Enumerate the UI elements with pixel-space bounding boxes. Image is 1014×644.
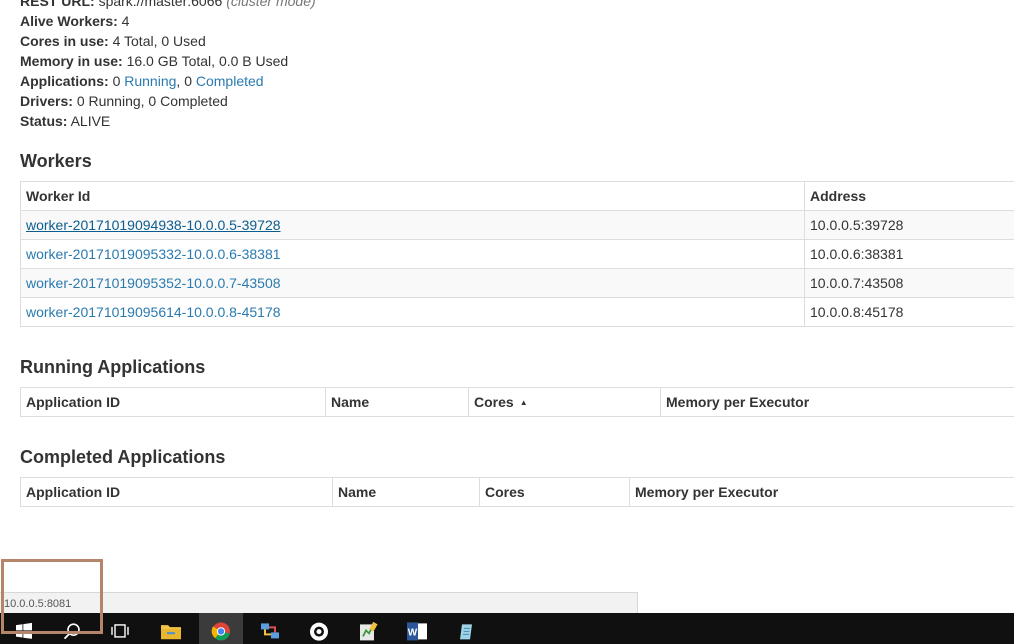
memory-label: Memory in use: xyxy=(20,53,123,69)
worker-address-cell: 10.0.0.5:39728 xyxy=(804,210,1014,240)
applications-label: Applications: xyxy=(20,73,109,89)
windows-start-icon[interactable] xyxy=(2,613,46,644)
task-view-icon[interactable] xyxy=(98,613,142,644)
app-id-header[interactable]: Application ID xyxy=(20,477,333,507)
status-bar-url: 10.0.0.5:8081 xyxy=(0,592,638,614)
notepad-app-icon[interactable] xyxy=(444,613,488,644)
sort-ascending-icon: ▲ xyxy=(519,398,528,407)
alive-workers-label: Alive Workers: xyxy=(20,13,118,29)
settings-app-icon[interactable] xyxy=(297,613,341,644)
rest-url-row: REST URL: spark://master:6066 (cluster m… xyxy=(20,0,316,11)
status-row: Status: ALIVE xyxy=(20,111,316,131)
svg-text:W: W xyxy=(408,627,418,638)
word-icon[interactable]: W xyxy=(395,613,439,644)
worker-link[interactable]: worker-20171019095352-10.0.0.7-43508 xyxy=(26,275,281,291)
workers-heading: Workers xyxy=(20,151,92,171)
taskbar: W xyxy=(0,613,1014,644)
status-label: Status: xyxy=(20,113,68,129)
name-header[interactable]: Name xyxy=(332,477,480,507)
address-header[interactable]: Address xyxy=(804,181,1014,211)
completed-apps-heading: Completed Applications xyxy=(20,447,226,467)
worker-link[interactable]: worker-20171019095614-10.0.0.8-45178 xyxy=(26,304,281,320)
name-header[interactable]: Name xyxy=(325,387,469,417)
table-header-row: Application ID Name Cores ▲ Memory per Ex… xyxy=(20,387,1014,417)
chrome-icon[interactable] xyxy=(199,613,243,644)
running-count: 0 xyxy=(112,73,121,89)
running-apps-link[interactable]: Running xyxy=(124,73,176,89)
worker-address-cell: 10.0.0.7:43508 xyxy=(804,268,1014,298)
cluster-summary: REST URL: spark://master:6066 (cluster m… xyxy=(20,0,316,131)
drivers-label: Drivers: xyxy=(20,93,73,109)
table-header-row: Worker Id Address xyxy=(20,181,1014,211)
worker-id-cell: worker-20171019095352-10.0.0.7-43508 xyxy=(20,268,805,298)
completed-apps-table: Application ID Name Cores Memory per Exe… xyxy=(20,477,1014,507)
cores-value: 4 Total, 0 Used xyxy=(112,33,206,49)
completed-apps-link[interactable]: Completed xyxy=(196,73,264,89)
applications-row: Applications: 0 Running, 0 Completed xyxy=(20,71,316,91)
memory-value: 16.0 GB Total, 0.0 B Used xyxy=(126,53,289,69)
worker-address-cell: 10.0.0.6:38381 xyxy=(804,239,1014,269)
status-value: ALIVE xyxy=(70,113,111,129)
rest-url-label: REST URL: xyxy=(20,0,95,9)
network-app-icon[interactable] xyxy=(248,613,292,644)
table-row: worker-20171019095332-10.0.0.6-38381 10.… xyxy=(20,239,1014,269)
alive-workers-row: Alive Workers: 4 xyxy=(20,11,316,31)
applications-separator: , xyxy=(176,73,181,89)
worker-id-cell: worker-20171019094938-10.0.0.5-39728 xyxy=(20,210,805,240)
table-row: worker-20171019095352-10.0.0.7-43508 10.… xyxy=(20,268,1014,298)
running-apps-table: Application ID Name Cores ▲ Memory per Ex… xyxy=(20,387,1014,417)
table-header-row: Application ID Name Cores Memory per Exe… xyxy=(20,477,1014,507)
worker-id-header[interactable]: Worker Id xyxy=(20,181,805,211)
alive-workers-value: 4 xyxy=(121,13,130,29)
worker-link[interactable]: worker-20171019094938-10.0.0.5-39728 xyxy=(26,217,281,233)
cores-header-label: Cores xyxy=(474,394,514,410)
drivers-row: Drivers: 0 Running, 0 Completed xyxy=(20,91,316,111)
search-icon[interactable] xyxy=(50,613,94,644)
workers-table: Worker Id Address worker-20171019094938-… xyxy=(20,181,1014,327)
file-explorer-icon[interactable] xyxy=(149,613,193,644)
rest-url-value: spark://master:6066 xyxy=(98,0,223,9)
table-row: worker-20171019095614-10.0.0.8-45178 10.… xyxy=(20,297,1014,327)
cores-label: Cores in use: xyxy=(20,33,109,49)
worker-address-cell: 10.0.0.8:45178 xyxy=(804,297,1014,327)
rest-url-note: (cluster mode) xyxy=(226,0,316,9)
worker-id-cell: worker-20171019095332-10.0.0.6-38381 xyxy=(20,239,805,269)
editor-app-icon[interactable] xyxy=(346,613,390,644)
app-id-header[interactable]: Application ID xyxy=(20,387,326,417)
running-apps-heading: Running Applications xyxy=(20,357,206,377)
completed-count: 0 xyxy=(184,73,192,89)
worker-id-cell: worker-20171019095614-10.0.0.8-45178 xyxy=(20,297,805,327)
cores-row: Cores in use: 4 Total, 0 Used xyxy=(20,31,316,51)
memory-row: Memory in use: 16.0 GB Total, 0.0 B Used xyxy=(20,51,316,71)
memory-header[interactable]: Memory per Executor xyxy=(629,477,1014,507)
table-row: worker-20171019094938-10.0.0.5-39728 10.… xyxy=(20,210,1014,240)
drivers-value: 0 Running, 0 Completed xyxy=(76,93,228,109)
cores-header[interactable]: Cores ▲ xyxy=(468,387,661,417)
worker-link[interactable]: worker-20171019095332-10.0.0.6-38381 xyxy=(26,246,281,262)
memory-header[interactable]: Memory per Executor xyxy=(660,387,1014,417)
cores-header[interactable]: Cores xyxy=(479,477,630,507)
